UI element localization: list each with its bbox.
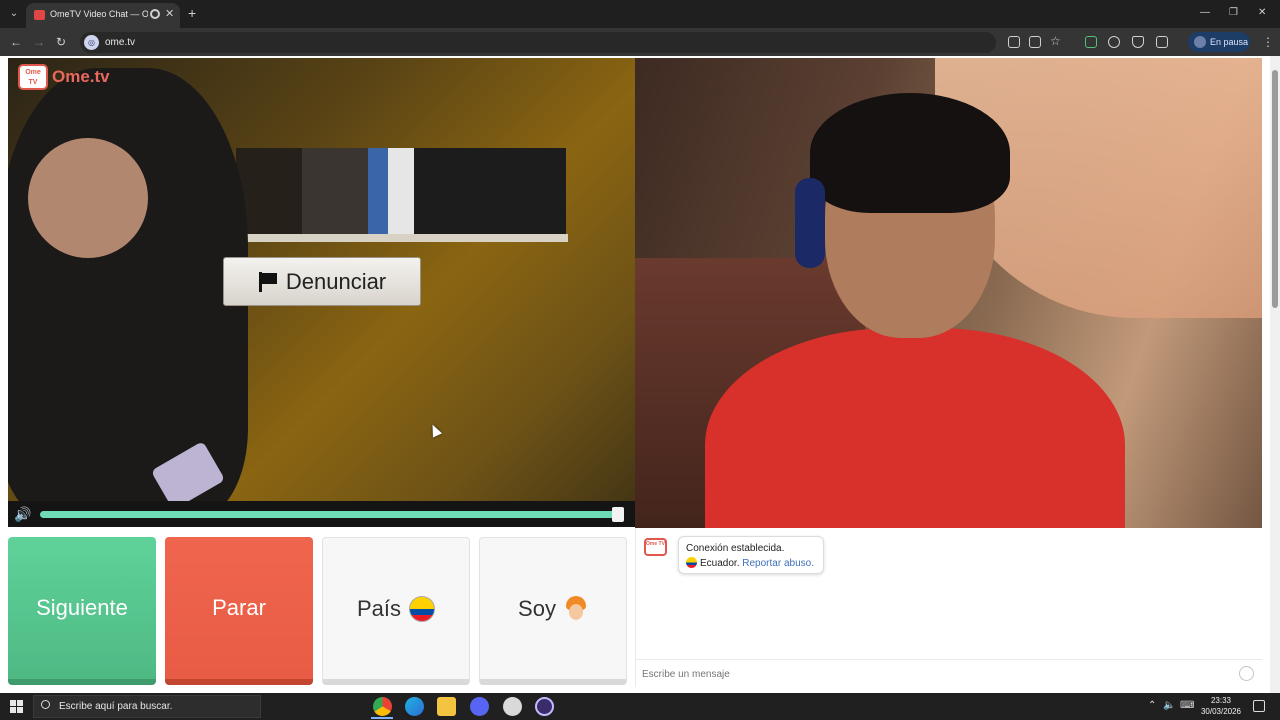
edge-icon[interactable]: [405, 697, 424, 716]
taskbar-clock[interactable]: 23:33 30/03/2026: [1200, 695, 1242, 717]
report-button-label: Denunciar: [285, 268, 387, 294]
install-app-icon[interactable]: [1029, 36, 1041, 48]
unity-icon[interactable]: [503, 697, 522, 716]
browser-tab-strip: ⌄ OmeTV Video Chat — Ome... ✕ + — ❐ ✕: [0, 0, 1280, 28]
gender-button-label: Soy: [518, 595, 556, 621]
partner-country-line: Ecuador. Reportar abuso.: [686, 556, 816, 571]
discord-icon[interactable]: [470, 697, 489, 716]
remote-video: [635, 58, 1262, 583]
country-button[interactable]: País: [322, 537, 470, 685]
scrollbar-thumb[interactable]: [1272, 70, 1278, 308]
forward-button[interactable]: →: [33, 35, 45, 49]
extension-green-icon[interactable]: [1085, 36, 1097, 48]
local-user-face: [28, 138, 148, 258]
background-shelf: [228, 234, 568, 242]
volume-fill: [40, 511, 624, 518]
next-button-label: Siguiente: [36, 595, 128, 620]
ecuador-flag-icon: [409, 595, 436, 622]
windows-start-icon[interactable]: [10, 700, 23, 713]
search-icon: [41, 700, 50, 709]
remote-user-hair: [810, 93, 1010, 213]
next-button[interactable]: Siguiente: [8, 537, 156, 685]
new-tab-button[interactable]: +: [188, 6, 196, 20]
country-button-label: País: [356, 595, 402, 621]
headset-icon: [795, 178, 825, 268]
window-minimize-button[interactable]: —: [1200, 7, 1210, 18]
clock-time: 23:33: [1210, 696, 1232, 705]
window-close-button[interactable]: ✕: [1258, 7, 1266, 18]
url-text: ome.tv: [105, 37, 136, 48]
ometv-chat-icon: Ome TV: [644, 538, 667, 556]
browser-toolbar: ← → ↻ ◎ ome.tv ☆ En pausa ⋮: [0, 28, 1280, 56]
tab-close-icon[interactable]: ✕: [165, 7, 174, 20]
keyboard-tray-icon[interactable]: ⌨: [1180, 700, 1194, 711]
clock-date: 30/03/2026: [1200, 707, 1242, 716]
file-explorer-icon[interactable]: [437, 697, 456, 716]
profile-avatar-icon: [1194, 36, 1206, 48]
ometv-logo-text: Ome.tv: [52, 67, 110, 86]
browser-menu-icon[interactable]: ⋮: [1262, 35, 1274, 49]
background-shelf-items: [236, 148, 566, 234]
notifications-icon[interactable]: [1253, 700, 1265, 712]
bookmark-star-icon[interactable]: ☆: [1050, 34, 1062, 48]
extension-circle-icon[interactable]: [1108, 36, 1120, 48]
speaker-icon[interactable]: 🔊: [14, 507, 34, 521]
volume-tray-icon[interactable]: 🔈: [1163, 700, 1175, 711]
ometv-favicon-icon: [34, 10, 45, 20]
profile-button[interactable]: En pausa: [1188, 32, 1250, 52]
stop-button[interactable]: Parar: [165, 537, 313, 685]
report-abuse-link[interactable]: Reportar abuso.: [742, 558, 814, 569]
ometv-logo[interactable]: Ome TV Ome.tv: [18, 64, 110, 90]
gender-button[interactable]: Soy: [479, 537, 627, 685]
volume-control: 🔊: [8, 501, 635, 527]
connection-status-text: Conexión establecida.: [686, 543, 785, 554]
chrome-icon[interactable]: [373, 697, 392, 716]
report-button[interactable]: Denunciar: [223, 257, 421, 306]
stop-button-label: Parar: [212, 595, 266, 620]
browser-tab[interactable]: OmeTV Video Chat — Ome... ✕: [26, 3, 180, 28]
local-user-silhouette: [8, 68, 248, 518]
extensions-puzzle-icon[interactable]: [1156, 36, 1168, 48]
ecuador-flag-icon: [686, 557, 697, 568]
window-maximize-button[interactable]: ❐: [1229, 7, 1238, 18]
recording-indicator-icon: [150, 9, 160, 19]
translate-icon[interactable]: [1008, 36, 1020, 48]
obs-icon[interactable]: [535, 697, 554, 716]
boy-avatar-icon: [564, 595, 588, 622]
site-info-icon[interactable]: ◎: [84, 35, 99, 50]
emoji-icon[interactable]: [1239, 666, 1254, 681]
address-bar[interactable]: ◎ ome.tv: [80, 32, 996, 53]
chat-message-input[interactable]: [642, 666, 1232, 682]
active-app-indicator: [371, 717, 393, 719]
volume-knob[interactable]: [612, 507, 624, 522]
taskbar-search[interactable]: Escribe aquí para buscar.: [33, 695, 261, 718]
system-message: Conexión establecida. Ecuador. Reportar …: [678, 536, 824, 574]
back-button[interactable]: ←: [10, 35, 22, 49]
chat-panel: Ome TV Conexión establecida. Ecuador. Re…: [635, 528, 1262, 687]
shield-extension-icon[interactable]: [1132, 36, 1144, 48]
ometv-logo-tv-icon: Ome TV: [18, 64, 48, 90]
reload-button[interactable]: ↻: [56, 35, 66, 49]
profile-status-label: En pausa: [1210, 37, 1249, 47]
taskbar-search-placeholder: Escribe aquí para buscar.: [59, 701, 173, 712]
windows-taskbar: Escribe aquí para buscar. ⌃ 🔈 ⌨ 23:33 30…: [0, 693, 1280, 720]
tray-overflow-icon[interactable]: ⌃: [1148, 700, 1156, 711]
volume-slider[interactable]: [40, 507, 624, 522]
tab-title: OmeTV Video Chat — Ome...: [50, 9, 148, 19]
partner-country-name: Ecuador.: [700, 558, 740, 569]
page-scrollbar[interactable]: [1270, 56, 1280, 693]
tab-search-icon[interactable]: ⌄: [6, 6, 22, 22]
chat-input-row: [636, 659, 1262, 687]
report-flag-icon: [258, 271, 278, 292]
